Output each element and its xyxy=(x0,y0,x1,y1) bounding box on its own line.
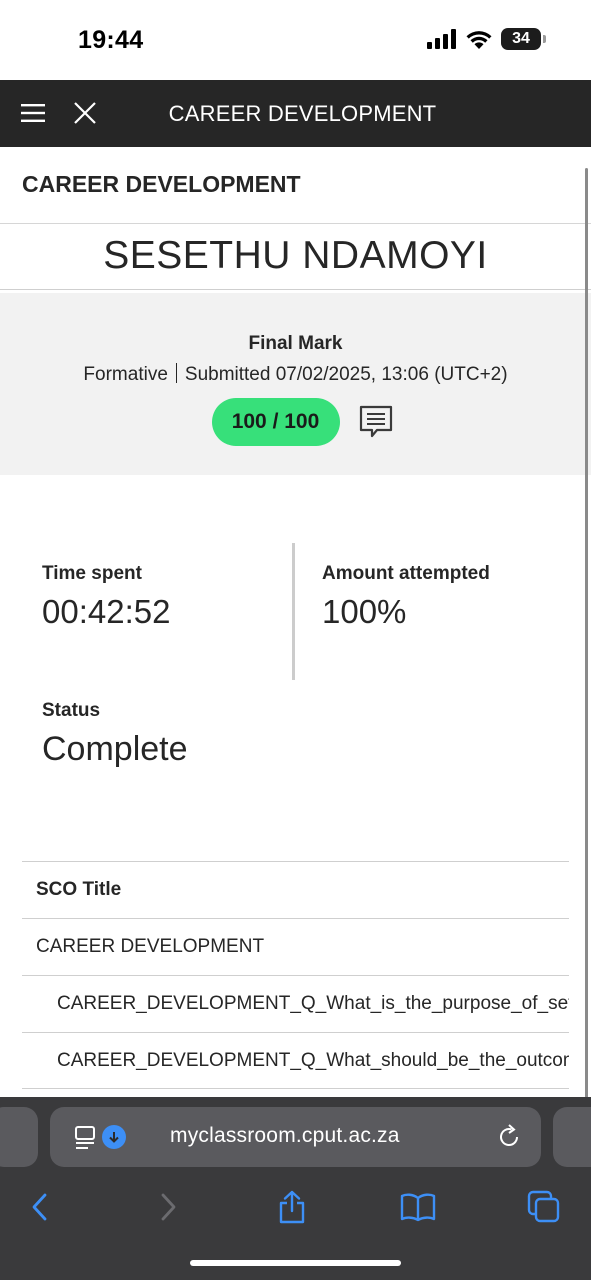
grade-row: 100 / 100 xyxy=(0,398,591,446)
amount-value: 100% xyxy=(322,593,407,630)
grade-label: Final Mark xyxy=(248,333,343,354)
reader-icon[interactable] xyxy=(72,1123,100,1151)
sco-table: SCO Title CAREER DEVELOPMENT CAREER_DEVE… xyxy=(22,861,569,1089)
bookmarks-icon xyxy=(400,1193,436,1222)
stat-time-spent: Time spent 00:42:52 xyxy=(42,563,170,631)
stat-amount-attempted: Amount attempted 100% xyxy=(322,563,490,631)
app-bar: CAREER DEVELOPMENT xyxy=(0,80,591,147)
status-value: Complete xyxy=(42,730,188,768)
reload-icon[interactable] xyxy=(495,1123,523,1151)
app-title: CAREER DEVELOPMENT xyxy=(168,101,437,126)
grade-score-pill[interactable]: 100 / 100 xyxy=(211,398,340,446)
student-name: SESETHU NDAMOYI xyxy=(0,224,591,290)
sco-table-header: SCO Title xyxy=(22,861,569,918)
download-icon[interactable] xyxy=(102,1125,126,1149)
forward-icon xyxy=(161,1193,176,1221)
browser-chrome: myclassroom.cput.ac.za xyxy=(0,1097,591,1280)
forward-button[interactable] xyxy=(148,1187,188,1227)
table-row[interactable]: CAREER_DEVELOPMENT_Q_What_should_be_the_… xyxy=(22,1032,569,1089)
feedback-button[interactable] xyxy=(358,404,394,440)
home-indicator[interactable] xyxy=(190,1260,401,1266)
meta-separator xyxy=(175,363,177,383)
bookmarks-button[interactable] xyxy=(398,1187,438,1227)
tabs-button[interactable] xyxy=(524,1187,564,1227)
amount-label: Amount attempted xyxy=(322,563,490,584)
battery-icon: 34 xyxy=(501,28,546,50)
status-icons: 34 xyxy=(427,28,546,50)
browser-toolbar xyxy=(0,1181,591,1237)
address-bar[interactable]: myclassroom.cput.ac.za xyxy=(50,1107,541,1167)
stat-status: Status Complete xyxy=(42,700,188,769)
back-icon xyxy=(32,1193,47,1221)
grade-type: Formative xyxy=(83,364,168,385)
next-tab-preview[interactable] xyxy=(553,1107,591,1167)
wifi-icon xyxy=(466,31,492,49)
share-icon xyxy=(279,1190,305,1224)
grade-panel: Final Mark Formative Submitted 07/02/2025… xyxy=(0,293,591,475)
table-row[interactable]: CAREER DEVELOPMENT xyxy=(22,918,569,975)
tabs-icon xyxy=(527,1190,560,1223)
scrollbar[interactable] xyxy=(585,168,588,1098)
table-row[interactable]: CAREER_DEVELOPMENT_Q_What_is_the_purpose… xyxy=(22,975,569,1032)
grade-submitted: Submitted 07/02/2025, 13:06 (UTC+2) xyxy=(184,364,508,385)
status-time: 19:44 xyxy=(78,26,144,54)
time-spent-label: Time spent xyxy=(42,563,142,584)
main-content: CAREER DEVELOPMENT SESETHU NDAMOYI Final… xyxy=(0,147,591,1097)
feedback-icon xyxy=(359,405,392,438)
status-bar: 19:44 34 xyxy=(0,0,591,80)
share-button[interactable] xyxy=(272,1187,312,1227)
signal-icon xyxy=(427,29,456,49)
url-text[interactable]: myclassroom.cput.ac.za xyxy=(170,1124,400,1148)
battery-level: 34 xyxy=(512,30,530,47)
course-header: CAREER DEVELOPMENT xyxy=(0,147,591,224)
back-button[interactable] xyxy=(20,1187,60,1227)
previous-tab-preview[interactable] xyxy=(0,1107,38,1167)
grade-meta: Formative Submitted 07/02/2025, 13:06 (UT… xyxy=(0,363,591,386)
stats-divider xyxy=(292,543,295,680)
time-spent-value: 00:42:52 xyxy=(42,593,171,630)
status-label: Status xyxy=(42,700,101,721)
